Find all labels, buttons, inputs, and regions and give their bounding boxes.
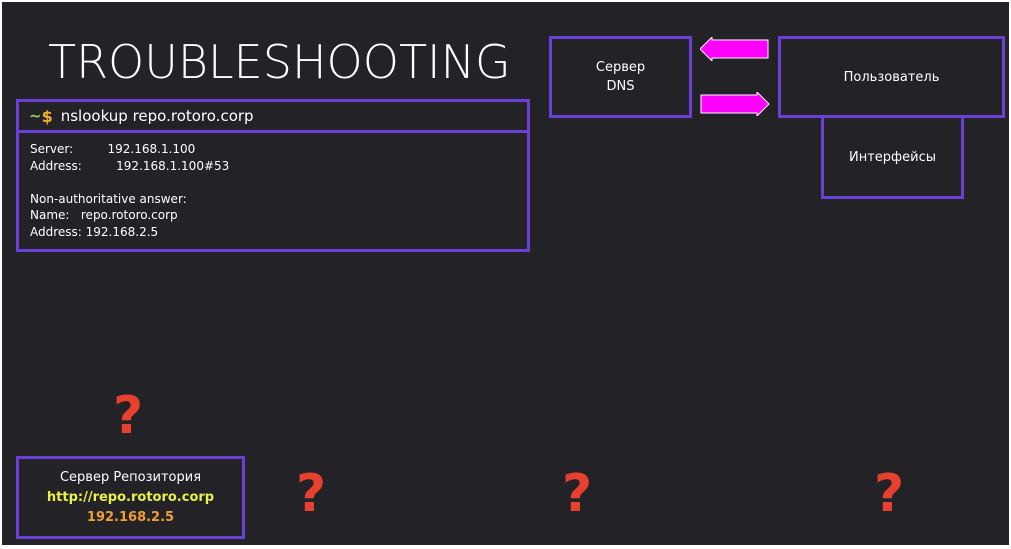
prompt-dollar: $: [41, 106, 53, 126]
output-line-non-authoritative: Non-authoritative answer:: [30, 191, 187, 206]
interfaces-label: Интерфейсы: [848, 149, 937, 165]
output-line-resolved-address: Address: 192.168.2.5: [30, 224, 159, 239]
user-box: Пользователь: [778, 36, 1005, 118]
slide: TROUBLESHOOTING ~ $ nslookup repo.rotoro…: [2, 2, 1009, 545]
dns-server-label-line2: DNS: [606, 79, 635, 94]
repo-server-ip: 192.168.2.5: [86, 509, 175, 525]
terminal-command: nslookup repo.rotoro.corp: [60, 107, 254, 125]
question-mark-2: ?: [562, 464, 593, 524]
interfaces-box: Интерфейсы: [821, 118, 964, 199]
slide-title: TROUBLESHOOTING: [48, 35, 511, 89]
dns-server-box: Сервер DNS: [549, 36, 692, 118]
question-mark-3: ?: [874, 464, 905, 524]
repo-server-url: http://repo.rotoro.corp: [46, 489, 215, 505]
terminal-output-box: Server: 192.168.1.100 Address: 192.168.1…: [16, 130, 530, 252]
repo-server-box: Сервер Репозитория http://repo.rotoro.co…: [16, 456, 245, 539]
output-line-blank: [30, 174, 527, 191]
question-mark-repo: ?: [113, 386, 144, 446]
prompt-tilde: ~: [29, 107, 42, 125]
user-label: Пользователь: [843, 69, 940, 85]
output-line-address: Address: 192.168.1.100#53: [30, 158, 230, 173]
arrow-left-icon: [700, 37, 769, 61]
question-mark-1: ?: [296, 464, 327, 524]
output-line-server: Server: 192.168.1.100: [30, 142, 196, 156]
terminal-command-box: ~ $ nslookup repo.rotoro.corp: [16, 99, 530, 133]
dns-server-label-line1: Сервер: [595, 60, 646, 75]
output-line-name: Name: repo.rotoro.corp: [30, 208, 178, 222]
arrow-right-icon: [700, 92, 770, 116]
repo-server-name: Сервер Репозитория: [59, 469, 202, 485]
